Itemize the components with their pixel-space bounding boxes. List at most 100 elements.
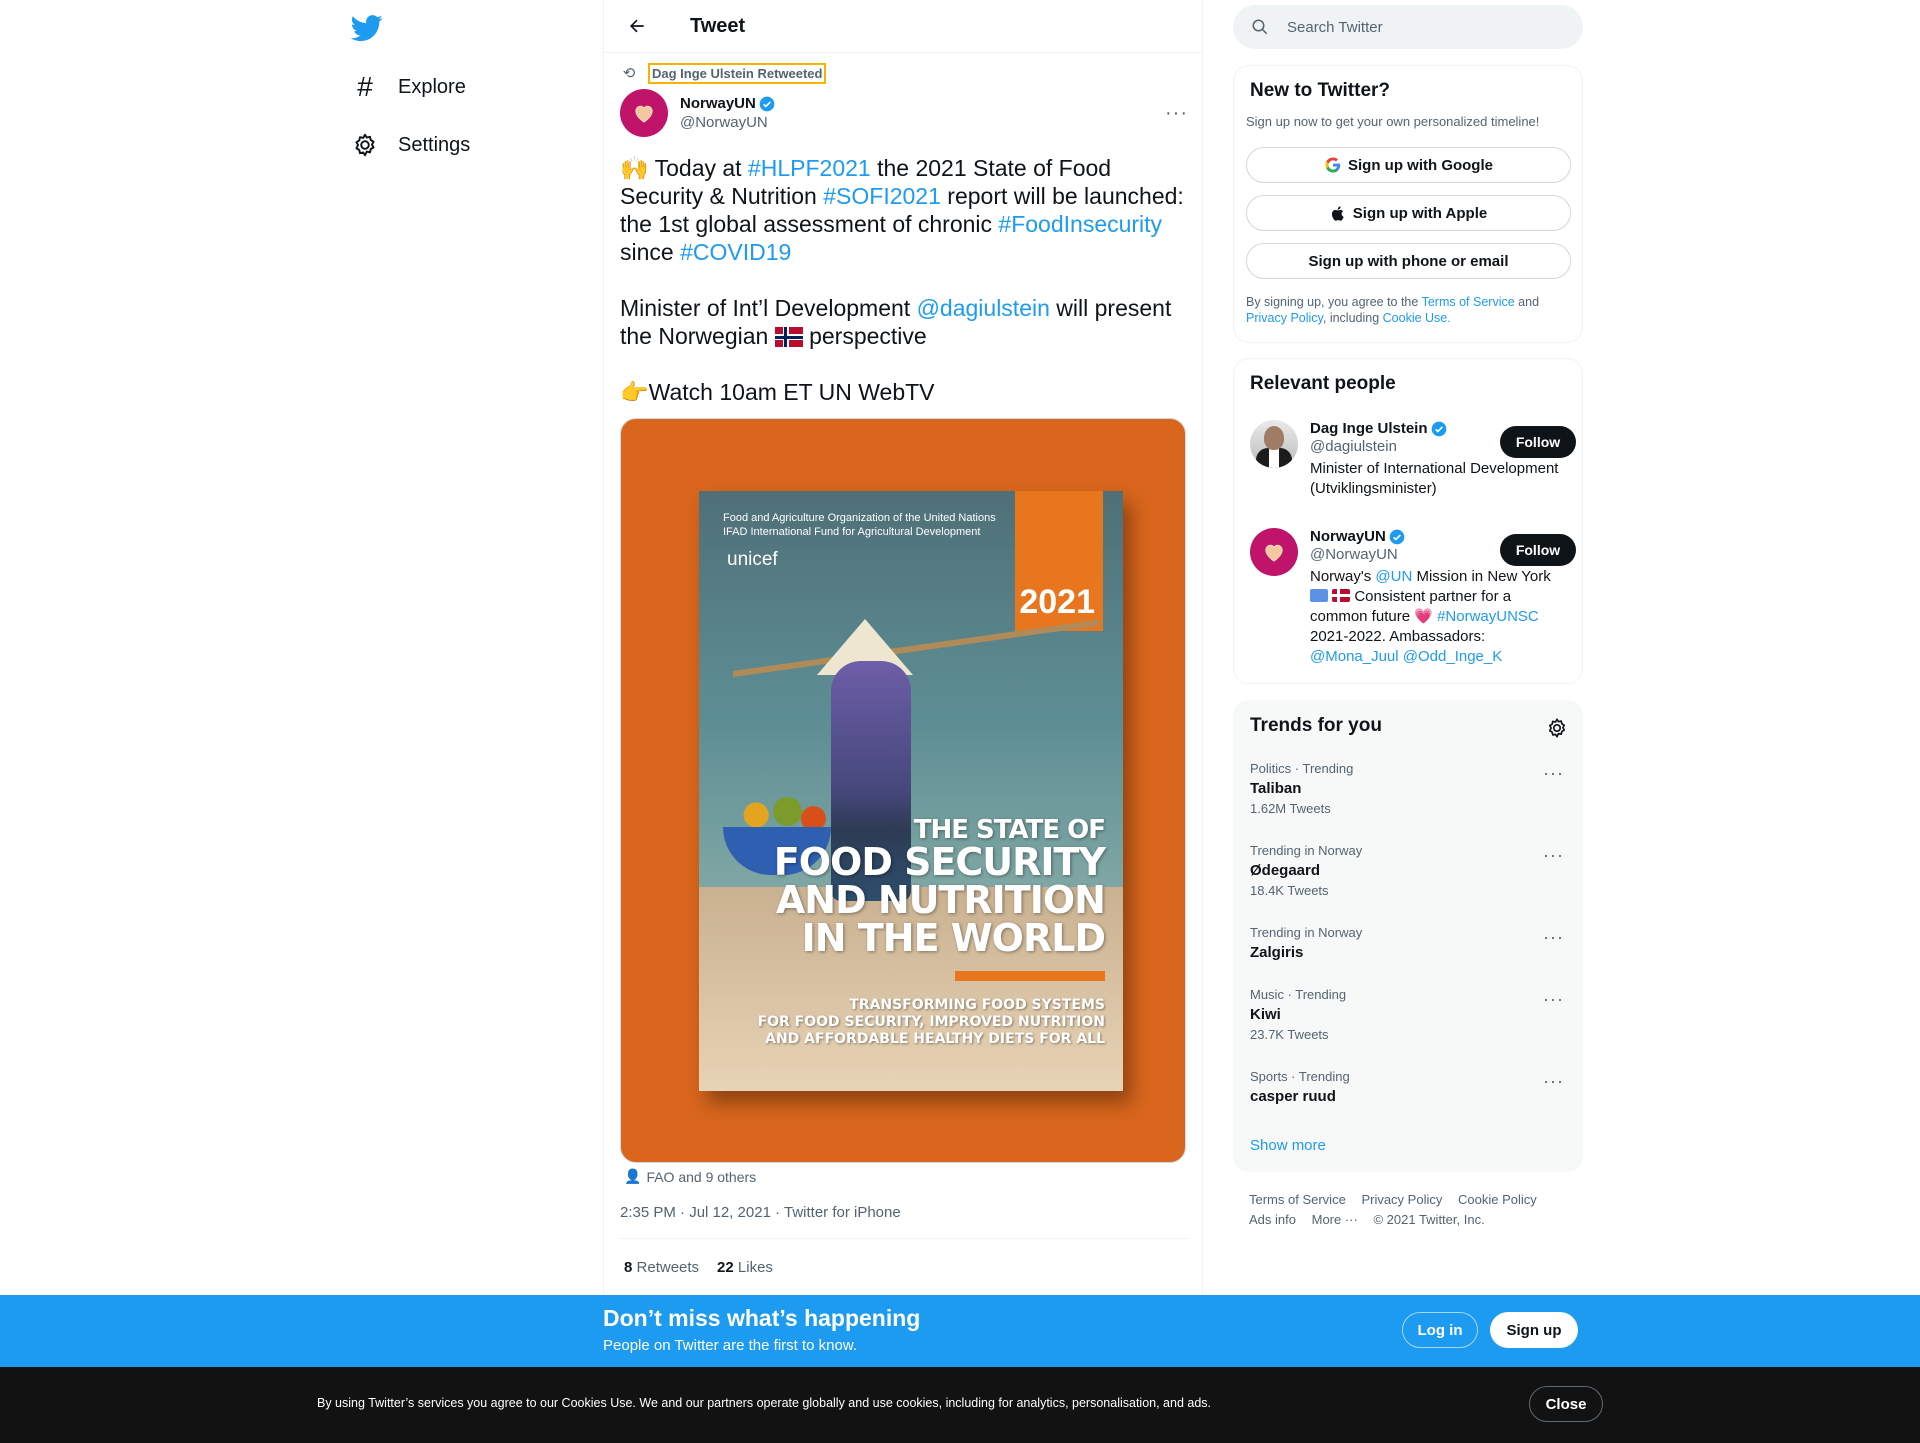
more-options-icon[interactable]: ··· — [1165, 102, 1188, 125]
trend-name: Ødegaard — [1250, 862, 1321, 879]
card-title: Trends for you — [1250, 715, 1382, 736]
trend-meta: Trending in Norway — [1250, 843, 1363, 858]
trend-item[interactable]: Politics · Trending Taliban 1.62M Tweets… — [1250, 761, 1570, 816]
heart-icon — [1265, 544, 1283, 562]
author-handle[interactable]: @NorwayUN — [680, 114, 775, 131]
follow-button[interactable]: Follow — [1500, 426, 1576, 458]
cover-title-line: IN THE WORLD — [801, 916, 1106, 960]
signup-phone-button[interactable]: Sign up with phone or email — [1246, 243, 1571, 279]
login-button[interactable]: Log in — [1402, 1312, 1478, 1348]
retweets-label: Retweets — [636, 1259, 700, 1276]
avatar[interactable] — [1250, 528, 1298, 576]
retweets-stat[interactable]: 8 Retweets — [624, 1259, 699, 1276]
avatar[interactable] — [620, 89, 668, 137]
heart-icon — [635, 105, 653, 123]
person-row[interactable]: Dag Inge Ulstein @dagiulstein Minister o… — [1250, 420, 1576, 510]
hashtag-link[interactable]: #HLPF2021 — [748, 155, 871, 181]
pointing-hand-emoji: 👉 — [620, 379, 649, 405]
signup-google-button[interactable]: Sign up with Google — [1246, 147, 1571, 183]
report-cover-image: 2021 Food and Agriculture Organization o… — [699, 491, 1123, 1091]
retweeted-by-link[interactable]: Dag Inge Ulstein Retweeted — [647, 62, 827, 84]
terms-text: , including — [1322, 311, 1383, 325]
trend-item[interactable]: Trending in Norway Ødegaard 18.4K Tweets… — [1250, 843, 1570, 898]
more-options-icon[interactable]: ··· — [1543, 845, 1564, 866]
gear-icon[interactable] — [1546, 717, 1568, 739]
nav-settings-label: Settings — [398, 133, 471, 156]
footer-links: Terms of Service Privacy Policy Cookie P… — [1249, 1190, 1579, 1230]
norway-flag-icon — [774, 327, 803, 347]
trend-name: casper ruud — [1250, 1088, 1336, 1105]
terms-of-service-link[interactable]: Terms of Service — [1422, 295, 1515, 309]
terms-text: and — [1514, 295, 1540, 309]
bio-text: 2021-2022. Ambassadors: — [1310, 628, 1486, 645]
search-input[interactable] — [1287, 18, 1537, 36]
likes-label: Likes — [737, 1259, 773, 1276]
search-box[interactable] — [1233, 5, 1583, 49]
verified-badge-icon — [1431, 421, 1446, 436]
card-subtitle: Sign up now to get your own personalized… — [1246, 114, 1540, 129]
mention-link[interactable]: @dagiulstein — [917, 295, 1050, 321]
nav-explore[interactable]: # Explore — [352, 67, 466, 107]
follow-button[interactable]: Follow — [1500, 534, 1576, 566]
footer-privacy-link[interactable]: Privacy Policy — [1361, 1192, 1442, 1207]
cookie-text: By using Twitter’s services you agree to… — [317, 1396, 1212, 1410]
person-bio: Minister of International Development (U… — [1310, 460, 1559, 497]
mention-link[interactable]: @Mona_Juul — [1310, 648, 1399, 665]
person-row[interactable]: NorwayUN @NorwayUN Norway's @UN Mission … — [1250, 528, 1576, 678]
tweet-text-segment: Watch 10am ET UN WebTV — [648, 379, 935, 405]
close-button[interactable]: Close — [1529, 1386, 1603, 1422]
signup-apple-button[interactable]: Sign up with Apple — [1246, 195, 1571, 231]
more-options-icon[interactable]: ··· — [1543, 1071, 1564, 1092]
verified-badge-icon — [1389, 529, 1405, 544]
nav-settings[interactable]: Settings — [352, 125, 470, 165]
person-name[interactable]: NorwayUN — [1310, 528, 1386, 545]
tweet-image[interactable]: 2021 Food and Agriculture Organization o… — [620, 418, 1186, 1163]
mention-link[interactable]: @Odd_Inge_K — [1399, 648, 1502, 665]
signup-google-label: Sign up with Google — [1348, 156, 1493, 174]
tweet-timestamp[interactable]: 2:35 PM · Jul 12, 2021 · Twitter for iPh… — [620, 1204, 901, 1221]
tagged-people[interactable]: 👤 FAO and 9 others — [624, 1168, 756, 1185]
hashtag-link[interactable]: #COVID19 — [680, 239, 791, 265]
show-more-link[interactable]: Show more — [1250, 1137, 1326, 1154]
trend-name: Kiwi — [1250, 1006, 1281, 1023]
back-arrow-icon[interactable] — [620, 9, 654, 43]
author-name[interactable]: NorwayUN — [680, 95, 756, 112]
tweet-header: Tweet — [604, 0, 1202, 53]
norway-flag-icon — [1332, 589, 1351, 602]
likes-stat[interactable]: 22 Likes — [717, 1259, 773, 1276]
verified-badge-icon — [759, 96, 775, 111]
terms-text: By signing up, you agree to the — [1246, 295, 1422, 309]
tweet-author: NorwayUN @NorwayUN ··· — [620, 89, 1188, 137]
retweet-icon: ⟲ — [622, 65, 636, 82]
more-options-icon[interactable]: ··· — [1543, 763, 1564, 784]
signup-button[interactable]: Sign up — [1490, 1312, 1578, 1348]
hashtag-link[interactable]: #FoodInsecurity — [998, 211, 1162, 237]
footer-cookie-link[interactable]: Cookie Policy — [1458, 1192, 1537, 1207]
trend-name: Zalgiris — [1250, 944, 1304, 961]
more-options-icon[interactable]: ··· — [1543, 927, 1564, 948]
cover-subtitle: TRANSFORMING FOOD SYSTEMS FOR FOOD SECUR… — [758, 997, 1105, 1048]
tweet-text: 🙌 Today at #HLPF2021 the 2021 State of F… — [620, 154, 1190, 406]
cookie-use-link[interactable]: Cookie Use. — [1383, 311, 1451, 325]
trends-card: Trends for you Politics · Trending Talib… — [1233, 700, 1583, 1172]
avatar[interactable] — [1250, 420, 1298, 468]
trend-item[interactable]: Music · Trending Kiwi 23.7K Tweets ··· — [1250, 987, 1570, 1042]
trend-item[interactable]: Trending in Norway Zalgiris ··· — [1250, 925, 1570, 961]
more-options-icon[interactable]: ··· — [1543, 989, 1564, 1010]
card-title: Relevant people — [1250, 373, 1396, 394]
tweet-text-segment: Minister of Int’l Development — [620, 295, 917, 321]
privacy-policy-link[interactable]: Privacy Policy — [1246, 311, 1323, 325]
footer-ads-link[interactable]: Ads info — [1249, 1212, 1296, 1227]
hashtag-link[interactable]: #NorwayUNSC — [1433, 608, 1539, 625]
trend-count: 23.7K Tweets — [1250, 1027, 1329, 1042]
trend-item[interactable]: Sports · Trending casper ruud ··· — [1250, 1069, 1570, 1105]
banner-title: Don’t miss what’s happening — [603, 1305, 921, 1331]
trend-count: 1.62M Tweets — [1250, 801, 1331, 816]
person-name[interactable]: Dag Inge Ulstein — [1310, 420, 1428, 437]
twitter-bird-icon[interactable] — [350, 12, 384, 44]
card-title: New to Twitter? — [1250, 80, 1391, 101]
footer-more-link[interactable]: More ··· — [1312, 1212, 1358, 1227]
footer-terms-link[interactable]: Terms of Service — [1249, 1192, 1346, 1207]
mention-link[interactable]: @UN — [1375, 568, 1412, 585]
hashtag-link[interactable]: #SOFI2021 — [823, 183, 941, 209]
